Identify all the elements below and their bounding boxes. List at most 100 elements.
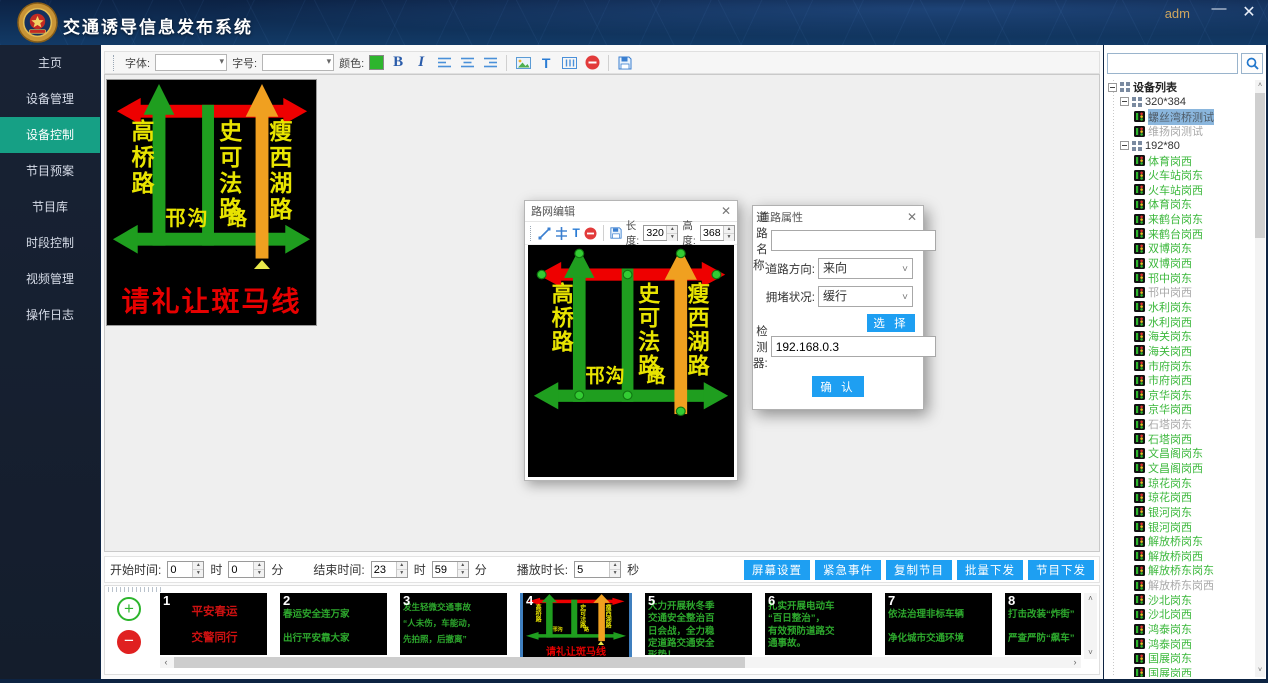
expander-icon[interactable] bbox=[1108, 83, 1117, 92]
device-tree-row[interactable]: 市府岗西 bbox=[1106, 373, 1254, 388]
select-detector-button[interactable]: 选 择 bbox=[867, 314, 915, 332]
device-tree-row[interactable]: 京华岗西 bbox=[1106, 402, 1254, 417]
close-icon[interactable]: ✕ bbox=[721, 204, 731, 218]
device-tree-row[interactable]: 双博岗西 bbox=[1106, 256, 1254, 271]
sidebar-item[interactable]: 设备管理 bbox=[0, 81, 100, 117]
network-edit-canvas[interactable]: 高桥路 史可法路 瘦西湖路 邗沟 路 bbox=[528, 245, 734, 477]
playlist-item[interactable]: 2 春运安全连万家 出行平安靠大家 bbox=[280, 593, 387, 655]
horizontal-scrollbar[interactable]: ‹ › bbox=[160, 657, 1081, 668]
scroll-down-icon[interactable]: ˅ bbox=[1255, 665, 1265, 677]
align-right-icon[interactable] bbox=[481, 54, 499, 72]
device-tree-row[interactable]: 来鹤台岗西 bbox=[1106, 226, 1254, 241]
bold-button[interactable]: B bbox=[389, 54, 407, 72]
close-button[interactable]: ✕ bbox=[1238, 2, 1260, 22]
close-icon[interactable]: ✕ bbox=[907, 210, 917, 224]
text-tool-icon[interactable]: T bbox=[572, 224, 580, 242]
device-tree-row[interactable]: 体育岗东 bbox=[1106, 197, 1254, 212]
action-button[interactable]: 紧急事件 bbox=[815, 560, 881, 580]
sidebar-item[interactable]: 设备控制 bbox=[0, 117, 100, 153]
device-tree-row[interactable]: 文昌阁岗东 bbox=[1106, 446, 1254, 461]
sidebar-item[interactable]: 节目预案 bbox=[0, 153, 100, 189]
device-tree-row[interactable]: 320*384 bbox=[1106, 95, 1254, 110]
device-tree-row[interactable]: 火车站岗东 bbox=[1106, 168, 1254, 183]
device-tree-row[interactable]: 沙北岗西 bbox=[1106, 607, 1254, 622]
playlist-item[interactable]: 3 发生轻微交通事故 “人未伤，车能动， 先拍照，后撤离” bbox=[400, 593, 507, 655]
playlist-item[interactable]: 6 扎实开展电动车 “百日整治”， 有效预防道路交 通事故。 bbox=[765, 593, 872, 655]
device-tree-row[interactable]: 体育岗西 bbox=[1106, 153, 1254, 168]
device-scrollbar[interactable]: ˄ ˅ bbox=[1255, 80, 1265, 677]
add-program-button[interactable]: + bbox=[117, 597, 141, 621]
device-tree-row[interactable]: 海关岗西 bbox=[1106, 344, 1254, 359]
remove-program-button[interactable]: − bbox=[117, 630, 141, 654]
dialog-titlebar[interactable]: 道路属性 ✕ bbox=[753, 206, 923, 227]
device-tree-row[interactable]: 石塔岗西 bbox=[1106, 431, 1254, 446]
action-button[interactable]: 屏幕设置 bbox=[744, 560, 810, 580]
device-tree-row[interactable]: 水利岗东 bbox=[1106, 300, 1254, 315]
start-hour-spinner[interactable]: ▲▼ bbox=[167, 561, 204, 578]
crossing-icon[interactable] bbox=[555, 224, 568, 242]
length-spinner[interactable]: ▲▼ bbox=[643, 225, 678, 241]
device-tree-row[interactable]: 国展岗西 bbox=[1106, 666, 1254, 677]
color-swatch[interactable] bbox=[369, 55, 384, 70]
device-tree-row[interactable]: 解放桥岗西 bbox=[1106, 549, 1254, 564]
device-tree-row[interactable]: 来鹤台岗东 bbox=[1106, 212, 1254, 227]
delete-icon[interactable] bbox=[583, 54, 601, 72]
search-button[interactable] bbox=[1241, 53, 1263, 74]
action-button[interactable]: 批量下发 bbox=[957, 560, 1023, 580]
device-tree-row[interactable]: 邗中岗西 bbox=[1106, 285, 1254, 300]
sidebar-item[interactable]: 操作日志 bbox=[0, 297, 100, 333]
sidebar-item[interactable]: 视频管理 bbox=[0, 261, 100, 297]
insert-image-icon[interactable] bbox=[514, 54, 532, 72]
device-tree-row[interactable]: 文昌阁岗西 bbox=[1106, 461, 1254, 476]
confirm-button[interactable]: 确 认 bbox=[812, 376, 864, 397]
device-tree-row[interactable]: 192*80 bbox=[1106, 139, 1254, 154]
minimize-button[interactable]: — bbox=[1208, 0, 1230, 17]
font-select[interactable] bbox=[155, 54, 227, 71]
device-tree-row[interactable]: 解放桥东岗西 bbox=[1106, 578, 1254, 593]
end-minute-spinner[interactable]: ▲▼ bbox=[432, 561, 469, 578]
end-hour-spinner[interactable]: ▲▼ bbox=[371, 561, 408, 578]
device-search-input[interactable] bbox=[1107, 53, 1238, 74]
playlist-item[interactable]: 8 打击改装“炸街” 严查严防“飙车” bbox=[1005, 593, 1081, 655]
playlist-item[interactable]: 1 平安春运 交警同行 bbox=[160, 593, 267, 655]
device-tree-row[interactable]: 京华岗东 bbox=[1106, 387, 1254, 402]
device-tree-row[interactable]: 双博岗东 bbox=[1106, 241, 1254, 256]
playlist-item[interactable]: 7 依法治理非标车辆 净化城市交通环境 bbox=[885, 593, 992, 655]
start-minute-spinner[interactable]: ▲▼ bbox=[228, 561, 265, 578]
sidebar-item[interactable]: 主页 bbox=[0, 45, 100, 81]
draw-line-icon[interactable] bbox=[538, 224, 551, 242]
height-spinner[interactable]: ▲▼ bbox=[700, 225, 735, 241]
playlist-item[interactable]: 5 大力开展秋冬季 交通安全整治百 日会战，全力稳 定道路交通安全 形势！ bbox=[645, 593, 752, 655]
scroll-up-icon[interactable]: ˄ bbox=[1255, 80, 1265, 92]
congestion-select[interactable]: 缓行 bbox=[818, 286, 913, 307]
device-tree-row[interactable]: 火车站岗西 bbox=[1106, 182, 1254, 197]
detector-input[interactable] bbox=[771, 336, 936, 357]
device-tree-row[interactable]: 国展岗东 bbox=[1106, 651, 1254, 666]
current-user[interactable]: adm bbox=[1165, 6, 1190, 21]
save-icon[interactable] bbox=[610, 224, 622, 242]
device-tree-row[interactable]: 解放桥东岗东 bbox=[1106, 563, 1254, 578]
device-tree-row[interactable]: 邗中岗东 bbox=[1106, 270, 1254, 285]
delete-icon[interactable] bbox=[584, 224, 597, 242]
road-name-input[interactable] bbox=[771, 230, 936, 251]
device-tree-row[interactable]: 石塔岗东 bbox=[1106, 417, 1254, 432]
action-button[interactable]: 节目下发 bbox=[1028, 560, 1094, 580]
road-direction-select[interactable]: 来向 bbox=[818, 258, 913, 279]
scroll-down-icon[interactable]: ˅ bbox=[1084, 647, 1097, 659]
scrollbar-thumb[interactable] bbox=[174, 657, 745, 668]
node-handles[interactable] bbox=[528, 245, 734, 477]
expander-icon[interactable] bbox=[1120, 141, 1129, 150]
device-tree-row[interactable]: 鸿泰岗西 bbox=[1106, 636, 1254, 651]
action-button[interactable]: 复制节目 bbox=[886, 560, 952, 580]
device-tree-row[interactable]: 银河岗东 bbox=[1106, 505, 1254, 520]
expander-icon[interactable] bbox=[1120, 97, 1129, 106]
align-left-icon[interactable] bbox=[435, 54, 453, 72]
insert-text-icon[interactable]: T bbox=[537, 54, 555, 72]
duration-spinner[interactable]: ▲▼ bbox=[574, 561, 621, 578]
save-icon[interactable] bbox=[616, 54, 634, 72]
device-tree-row[interactable]: 市府岗东 bbox=[1106, 358, 1254, 373]
device-tree-row[interactable]: 海关岗东 bbox=[1106, 329, 1254, 344]
device-tree-row[interactable]: 水利岗西 bbox=[1106, 314, 1254, 329]
scroll-left-icon[interactable]: ‹ bbox=[160, 657, 172, 668]
sidebar-item[interactable]: 节目库 bbox=[0, 189, 100, 225]
